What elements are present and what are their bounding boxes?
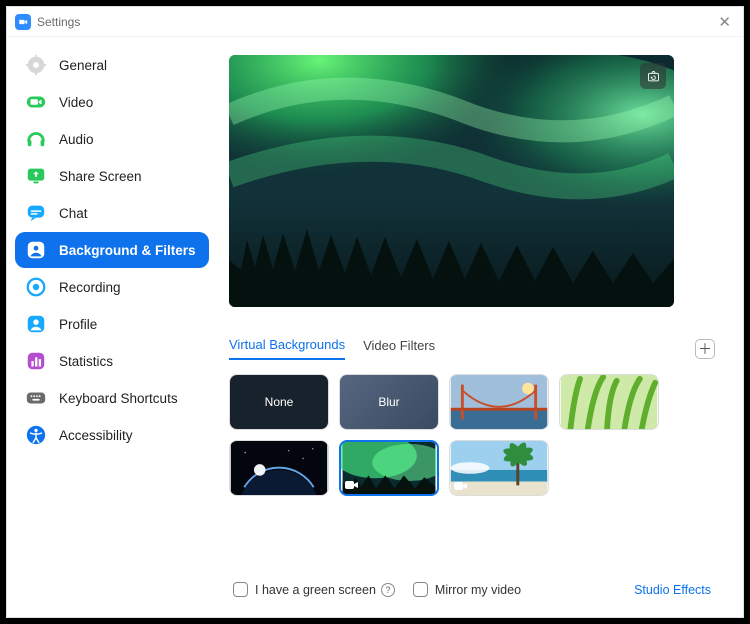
settings-main-panel: Virtual Backgrounds Video Filters ＋ None…: [217, 37, 743, 617]
background-thumbnails: None Blur: [229, 374, 689, 496]
background-tabs: Virtual Backgrounds Video Filters ＋: [229, 337, 715, 360]
gear-icon: [25, 54, 47, 76]
close-icon[interactable]: ✕: [714, 13, 735, 31]
audio-icon: [25, 128, 47, 150]
mirror-video-checkbox[interactable]: [413, 582, 428, 597]
thumb-label: None: [230, 375, 328, 429]
video-preview: [229, 55, 674, 307]
video-indicator-icon: [454, 481, 468, 491]
background-option-none[interactable]: None: [229, 374, 329, 430]
sidebar-item-label: Accessibility: [59, 428, 133, 443]
sidebar-item-accessibility[interactable]: Accessibility: [15, 417, 209, 453]
help-icon[interactable]: ?: [381, 583, 395, 597]
titlebar: Settings ✕: [7, 7, 743, 37]
sidebar-item-background-filters[interactable]: Background & Filters: [15, 232, 209, 268]
chat-icon: [25, 202, 47, 224]
sidebar-item-chat[interactable]: Chat: [15, 195, 209, 231]
background-option-golden-gate[interactable]: [449, 374, 549, 430]
sidebar-item-general[interactable]: General: [15, 47, 209, 83]
sidebar-item-label: Profile: [59, 317, 97, 332]
green-screen-label: I have a green screen: [255, 583, 376, 597]
background-footer: I have a green screen ? Mirror my video …: [223, 570, 721, 603]
sidebar-item-label: Recording: [59, 280, 121, 295]
tab-virtual-backgrounds[interactable]: Virtual Backgrounds: [229, 337, 345, 360]
rotate-camera-button[interactable]: [640, 63, 666, 89]
green-screen-checkbox[interactable]: [233, 582, 248, 597]
background-option-earth-space[interactable]: [229, 440, 329, 496]
recording-icon: [25, 276, 47, 298]
sidebar-item-recording[interactable]: Recording: [15, 269, 209, 305]
keyboard-icon: [25, 387, 47, 409]
add-background-button[interactable]: ＋: [695, 339, 715, 359]
mirror-video-label: Mirror my video: [435, 583, 521, 597]
sidebar-item-audio[interactable]: Audio: [15, 121, 209, 157]
sidebar-item-label: Statistics: [59, 354, 113, 369]
zoom-app-icon: [15, 14, 31, 30]
studio-effects-link[interactable]: Studio Effects: [634, 583, 711, 597]
sidebar-item-label: Keyboard Shortcuts: [59, 391, 178, 406]
window-title: Settings: [37, 15, 80, 29]
background-option-aurora[interactable]: [339, 440, 439, 496]
background-icon: [25, 239, 47, 261]
share-screen-icon: [25, 165, 47, 187]
sidebar-item-keyboard-shortcuts[interactable]: Keyboard Shortcuts: [15, 380, 209, 416]
background-option-beach[interactable]: [449, 440, 549, 496]
profile-icon: [25, 313, 47, 335]
background-option-grass[interactable]: [559, 374, 659, 430]
sidebar-item-label: Share Screen: [59, 169, 142, 184]
tab-video-filters[interactable]: Video Filters: [363, 338, 435, 359]
thumb-label: Blur: [340, 375, 438, 429]
statistics-icon: [25, 350, 47, 372]
sidebar-item-label: Chat: [59, 206, 88, 221]
accessibility-icon: [25, 424, 47, 446]
sidebar-item-label: General: [59, 58, 107, 73]
video-indicator-icon: [345, 480, 359, 490]
settings-window: Settings ✕ General Video Audio: [6, 6, 744, 618]
sidebar-item-profile[interactable]: Profile: [15, 306, 209, 342]
sidebar-item-label: Background & Filters: [59, 243, 196, 258]
settings-sidebar: General Video Audio Share Screen: [7, 37, 217, 617]
video-icon: [25, 91, 47, 113]
sidebar-item-video[interactable]: Video: [15, 84, 209, 120]
background-option-blur[interactable]: Blur: [339, 374, 439, 430]
sidebar-item-share-screen[interactable]: Share Screen: [15, 158, 209, 194]
sidebar-item-label: Audio: [59, 132, 94, 147]
sidebar-item-statistics[interactable]: Statistics: [15, 343, 209, 379]
sidebar-item-label: Video: [59, 95, 93, 110]
